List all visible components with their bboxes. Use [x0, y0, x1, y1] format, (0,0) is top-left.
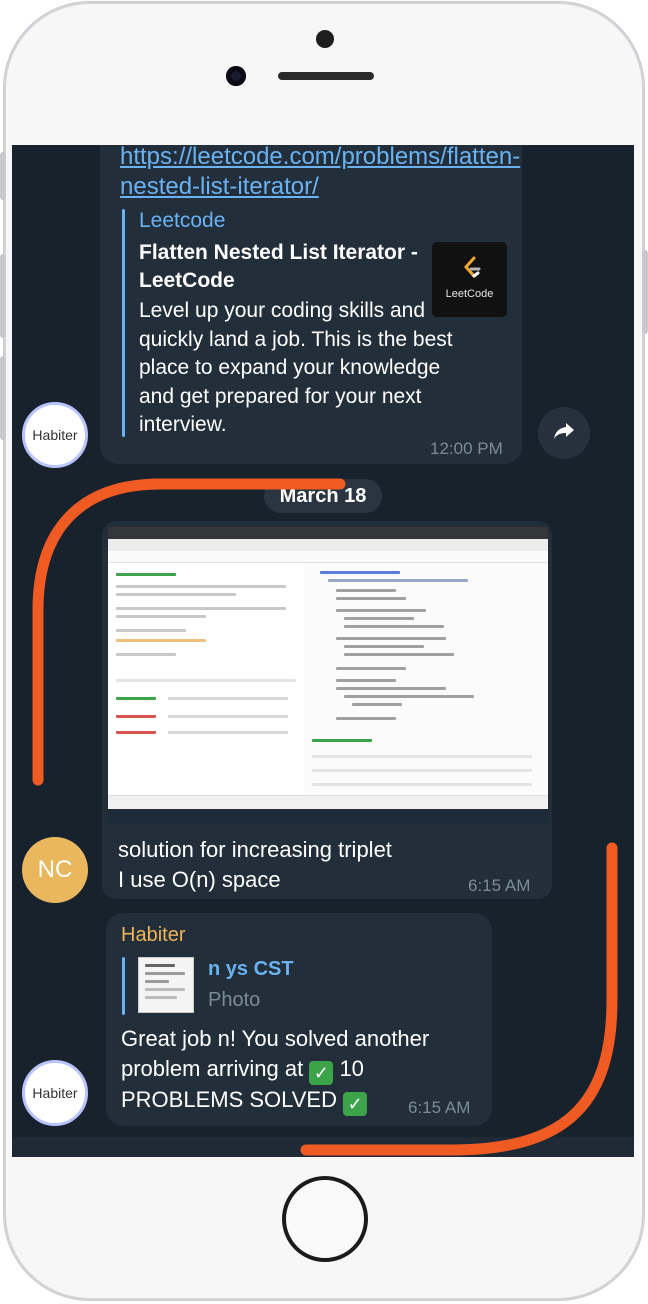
photo-taskbar [108, 809, 548, 823]
message-line: Great job n! You solved another [121, 1026, 430, 1051]
message-link[interactable]: https://leetcode.com/problems/flatten-ne… [120, 145, 520, 202]
date-separator: March 18 [264, 479, 382, 513]
photo-site-nav [108, 551, 548, 563]
share-button[interactable] [538, 407, 590, 459]
message-time: 6:15 AM [408, 1098, 471, 1117]
message-line: I use O(n) space [118, 867, 281, 892]
phone-volume-up [0, 254, 6, 338]
message-fragment: PROBLEMS SOLVED [121, 1087, 337, 1112]
reply-thumbnail[interactable] [138, 957, 194, 1013]
preview-site-name: Leetcode [139, 209, 226, 232]
message-line: solution for increasing triplet [118, 837, 392, 862]
preview-thumbnail[interactable]: LeetCode [432, 242, 507, 317]
checkmark-icon: ✓ [343, 1092, 368, 1116]
avatar-label: Habiter [32, 427, 78, 443]
message-fragment: problem arriving at [121, 1056, 304, 1081]
share-icon [552, 421, 576, 446]
photo-submissions-panel [108, 563, 305, 795]
preview-description: Level up your coding skills and quickly … [139, 299, 453, 436]
front-camera [226, 66, 246, 86]
sender-name[interactable]: Habiter [121, 924, 185, 947]
solved-count: 10 [339, 1056, 364, 1081]
message-time: 12:00 PM [430, 439, 503, 458]
avatar[interactable]: Habiter [22, 1060, 88, 1126]
phone-side-button [0, 152, 6, 200]
message-photo[interactable] [108, 527, 548, 823]
avatar[interactable]: Habiter [22, 402, 88, 468]
photo-browser-url [108, 539, 548, 551]
chat-screen[interactable]: https://leetcode.com/problems/flatten-ne… [12, 145, 634, 1157]
message-time: 6:15 AM [468, 876, 531, 895]
message-text: solution for increasing triplet I use O(… [118, 835, 458, 895]
home-button[interactable] [282, 1176, 368, 1262]
reply-accent-bar [122, 957, 125, 1015]
checkmark-icon: ✓ [309, 1061, 334, 1085]
proximity-sensor [316, 30, 334, 48]
message-line: problem arriving at ✓ 10 [121, 1054, 481, 1085]
photo-bottom-toolbar [108, 795, 548, 810]
phone-power-button [642, 250, 648, 334]
thumbnail-label: LeetCode [445, 288, 494, 300]
earpiece-speaker [278, 72, 374, 80]
photo-code-editor [304, 563, 548, 795]
photo-browser-tabs [108, 527, 548, 539]
reply-media-type: Photo [208, 989, 261, 1011]
preview-accent-bar [122, 209, 125, 437]
avatar[interactable]: NC [22, 837, 88, 903]
phone-volume-down [0, 356, 6, 440]
next-message-edge [12, 1137, 634, 1157]
preview-title: Flatten Nested List Iterator - LeetCode [139, 241, 418, 292]
leetcode-logo-icon [462, 256, 481, 278]
avatar-label: Habiter [32, 1085, 78, 1101]
reply-author[interactable]: n ys CST [208, 958, 294, 981]
